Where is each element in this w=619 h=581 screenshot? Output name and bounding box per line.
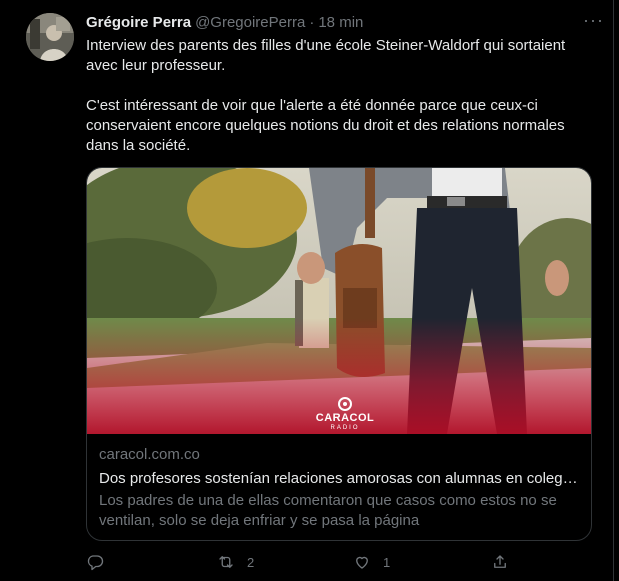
caracol-logo-text: CARACOL (315, 412, 375, 424)
card-domain: caracol.com.co (99, 446, 200, 463)
link-card[interactable]: CARACOL RADIO caracol.com.co Dos profeso… (86, 167, 592, 541)
more-icon[interactable]: ··· (583, 10, 604, 31)
timeline-right-border (613, 0, 619, 581)
card-meta[interactable]: caracol.com.co Dos profesores sostenían … (87, 434, 591, 531)
card-title: Dos profesores sostenían relaciones amor… (99, 470, 579, 487)
tweet-timestamp[interactable]: 18 min (318, 14, 363, 31)
card-description: Los padres de una de ellas comentaron qu… (99, 492, 557, 529)
card-photo (87, 168, 591, 434)
like-button[interactable]: 1 (353, 553, 390, 571)
share-icon (494, 555, 506, 568)
card-image[interactable]: CARACOL RADIO (87, 168, 591, 434)
share-button[interactable] (491, 553, 521, 571)
author-handle[interactable]: @GregoirePerra (195, 14, 305, 31)
like-count: 1 (383, 554, 391, 570)
tweet[interactable]: Grégoire Perra @GregoirePerra · 18 min ·… (0, 0, 613, 581)
retweet-icon (219, 556, 233, 568)
avatar[interactable] (26, 13, 74, 61)
tweet-header: Grégoire Perra @GregoirePerra · 18 min (86, 12, 592, 32)
header-separator: · (309, 13, 315, 31)
tweet-text: Interview des parents des filles d'une é… (86, 37, 566, 154)
caracol-logo-subtext: RADIO (330, 425, 360, 431)
retweet-button[interactable]: 2 (217, 553, 254, 571)
heart-icon (356, 556, 368, 569)
reply-icon (87, 555, 104, 571)
reply-button[interactable] (86, 553, 116, 571)
avatar-image (26, 13, 74, 61)
caracol-logo: CARACOL RADIO (315, 396, 375, 432)
tweet-content: Grégoire Perra @GregoirePerra · 18 min ·… (86, 10, 603, 156)
tweet-actions: 2 1 (86, 553, 526, 575)
retweet-count: 2 (247, 554, 255, 570)
caracol-logo-mark (338, 397, 352, 411)
author-name[interactable]: Grégoire Perra (86, 14, 191, 31)
